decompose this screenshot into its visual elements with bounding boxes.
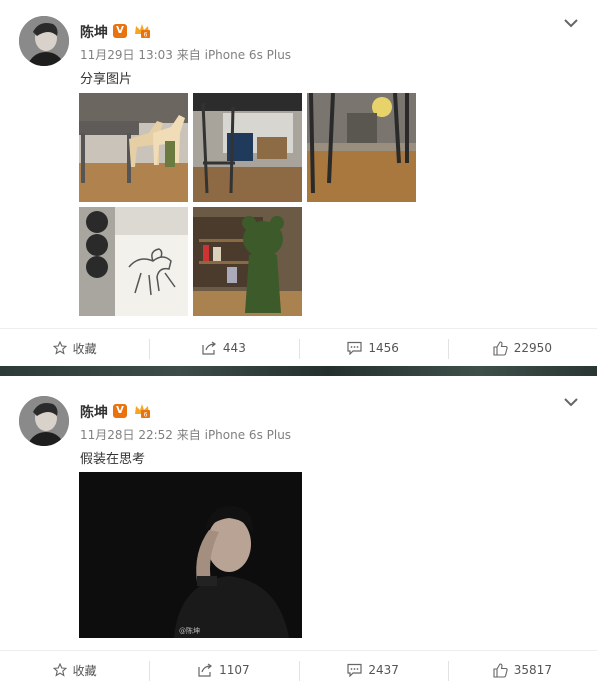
comment-button[interactable]: 2437 bbox=[298, 651, 448, 689]
post-image-portrait[interactable]: @陈坤 bbox=[79, 472, 302, 638]
comment-icon bbox=[347, 663, 362, 677]
favorite-button[interactable]: 收藏 bbox=[0, 329, 149, 367]
post-image-4[interactable] bbox=[79, 207, 188, 316]
author-name[interactable]: 陈坤 bbox=[80, 402, 108, 422]
source-prefix: 来自 bbox=[176, 428, 201, 442]
repost-button[interactable]: 1107 bbox=[149, 651, 298, 689]
author-avatar[interactable] bbox=[19, 16, 69, 66]
like-count: 22950 bbox=[513, 341, 552, 355]
like-button[interactable]: 22950 bbox=[447, 329, 597, 367]
favorite-button[interactable]: 收藏 bbox=[0, 651, 149, 689]
post-action-bar: 收藏 1107 2437 35817 bbox=[0, 650, 597, 689]
post-separator bbox=[0, 366, 597, 376]
comment-count: 1456 bbox=[368, 341, 399, 355]
weibo-post-2: 陈坤 V 6 11月28日 22:52 来自 iPhone 6s Plus 假装… bbox=[0, 376, 597, 689]
repost-icon bbox=[198, 663, 213, 677]
post-action-bar: 收藏 443 1456 22950 bbox=[0, 328, 597, 367]
thumbs-up-icon bbox=[493, 340, 508, 356]
chevron-down-icon[interactable] bbox=[564, 397, 578, 407]
source-prefix: 来自 bbox=[176, 48, 201, 62]
post-image-2[interactable] bbox=[193, 93, 302, 202]
author-name[interactable]: 陈坤 bbox=[80, 22, 108, 42]
post-text: 假装在思考 bbox=[80, 452, 146, 467]
post-timestamp[interactable]: 11月29日 13:03 bbox=[80, 48, 173, 62]
repost-icon bbox=[202, 341, 216, 355]
comment-button[interactable]: 1456 bbox=[298, 329, 448, 367]
weibo-post-1: 陈坤 V 6 11月29日 13:03 来自 iPhone 6s Plus 分享… bbox=[0, 0, 597, 367]
verified-badge: V bbox=[113, 24, 127, 38]
favorite-label: 收藏 bbox=[72, 341, 97, 356]
post-meta: 11月28日 22:52 来自 iPhone 6s Plus bbox=[80, 426, 291, 443]
svg-text:6: 6 bbox=[144, 412, 148, 419]
favorite-label: 收藏 bbox=[72, 663, 97, 678]
post-text: 分享图片 bbox=[80, 72, 133, 87]
post-source[interactable]: iPhone 6s Plus bbox=[205, 428, 291, 442]
member-crown-icon: 6 bbox=[135, 404, 150, 419]
chevron-down-icon[interactable] bbox=[564, 18, 578, 28]
post-meta: 11月29日 13:03 来自 iPhone 6s Plus bbox=[80, 46, 291, 63]
post-image-1[interactable] bbox=[79, 93, 188, 202]
svg-text:6: 6 bbox=[144, 32, 148, 39]
star-icon bbox=[52, 663, 67, 677]
post-image-3[interactable] bbox=[307, 93, 416, 202]
member-crown-icon: 6 bbox=[135, 24, 150, 39]
image-watermark: @陈坤 bbox=[179, 627, 200, 635]
repost-button[interactable]: 443 bbox=[149, 329, 298, 367]
star-icon bbox=[52, 341, 67, 355]
repost-count: 1107 bbox=[219, 663, 250, 677]
verified-badge: V bbox=[113, 404, 127, 418]
repost-count: 443 bbox=[222, 341, 246, 355]
post-source[interactable]: iPhone 6s Plus bbox=[205, 48, 291, 62]
like-button[interactable]: 35817 bbox=[447, 651, 597, 689]
post-image-5[interactable] bbox=[193, 207, 302, 316]
comment-icon bbox=[347, 341, 362, 355]
post-timestamp[interactable]: 11月28日 22:52 bbox=[80, 428, 173, 442]
author-avatar[interactable] bbox=[19, 396, 69, 446]
like-count: 35817 bbox=[513, 663, 552, 677]
comment-count: 2437 bbox=[368, 663, 399, 677]
thumbs-up-icon bbox=[493, 662, 508, 678]
